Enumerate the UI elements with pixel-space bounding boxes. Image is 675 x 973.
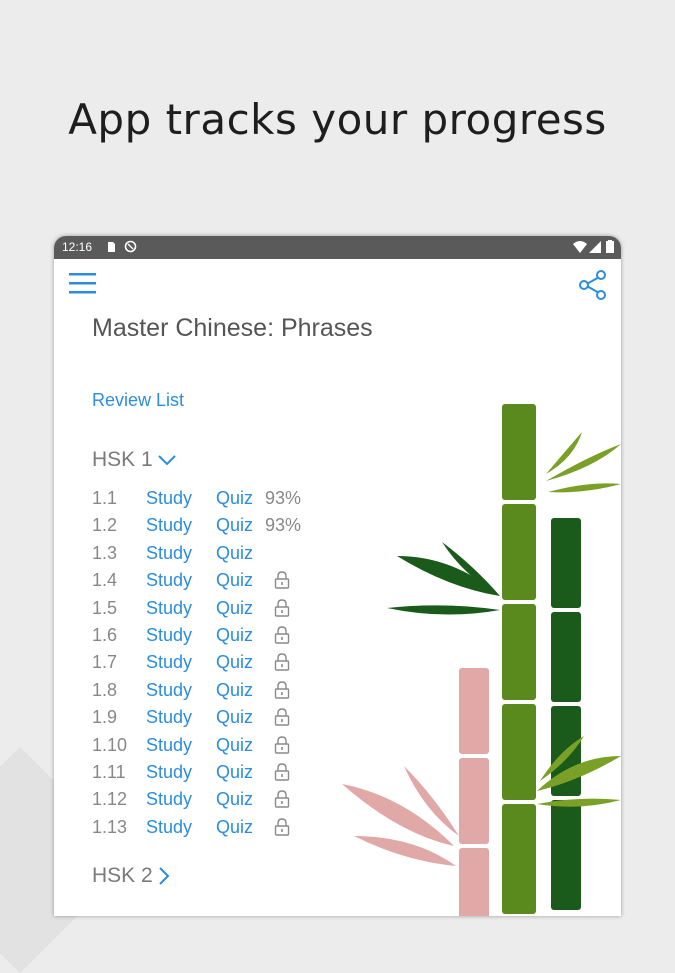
chevron-down-icon — [157, 455, 176, 466]
quiz-link[interactable]: Quiz — [216, 735, 253, 756]
study-link[interactable]: Study — [146, 598, 192, 619]
lock-icon — [274, 626, 290, 644]
lock-icon — [274, 681, 290, 699]
lesson-number: 1.10 — [92, 734, 128, 755]
quiz-link[interactable]: Quiz — [216, 652, 253, 673]
study-link[interactable]: Study — [146, 817, 192, 838]
lock-icon — [274, 598, 290, 617]
lesson-number: 1.11 — [92, 762, 126, 782]
bamboo-illustration — [342, 404, 621, 916]
phone-screen: 12:16 Master Chinese: Phrases Review Lis… — [54, 236, 621, 916]
section-hsk1-label: HSK 1 — [92, 448, 153, 471]
section-hsk2[interactable]: HSK 2 — [92, 864, 171, 888]
lock-icon — [274, 763, 290, 781]
quiz-link[interactable]: Quiz — [216, 789, 253, 810]
study-link[interactable]: Study — [146, 652, 192, 673]
lesson-number: 1.1 — [92, 488, 118, 508]
headline: App tracks your progress — [68, 95, 607, 144]
lock-icon — [274, 653, 290, 672]
quiz-link[interactable]: Quiz — [216, 625, 253, 646]
lesson-number: 1.3 — [92, 542, 118, 563]
lesson-number: 1.13 — [92, 816, 128, 837]
study-link[interactable]: Study — [146, 543, 192, 564]
lock-icon — [274, 571, 290, 589]
lesson-number: 1.7 — [92, 652, 118, 673]
lock-icon — [274, 818, 290, 836]
study-link[interactable]: Study — [146, 570, 192, 591]
lesson-number: 1.12 — [92, 789, 128, 810]
quiz-score: 93% — [265, 515, 302, 536]
study-link[interactable]: Study — [146, 707, 192, 728]
quiz-score: 93% — [265, 488, 302, 508]
quiz-link[interactable]: Quiz — [216, 680, 253, 701]
lock-icon — [274, 708, 290, 726]
section-hsk1[interactable]: HSK 1 — [92, 448, 177, 472]
study-link[interactable]: Study — [146, 735, 192, 756]
quiz-link[interactable]: Quiz — [216, 762, 253, 783]
study-link[interactable]: Study — [146, 488, 192, 509]
study-link[interactable]: Study — [146, 625, 192, 646]
section-hsk2-label: HSK 2 — [92, 864, 153, 887]
quiz-link[interactable]: Quiz — [216, 570, 253, 591]
chevron-right-icon — [158, 867, 170, 886]
quiz-link[interactable]: Quiz — [216, 543, 253, 564]
lesson-number: 1.6 — [92, 625, 118, 645]
quiz-link[interactable]: Quiz — [216, 598, 253, 619]
study-link[interactable]: Study — [146, 515, 192, 536]
quiz-link[interactable]: Quiz — [216, 515, 253, 536]
quiz-link[interactable]: Quiz — [216, 817, 253, 838]
lesson-number: 1.4 — [92, 570, 118, 591]
lock-icon — [274, 735, 290, 754]
study-link[interactable]: Study — [146, 762, 192, 783]
lesson-number: 1.8 — [92, 679, 118, 700]
study-link[interactable]: Study — [146, 789, 192, 810]
lock-icon — [274, 790, 290, 809]
lesson-number: 1.2 — [92, 515, 118, 536]
quiz-link[interactable]: Quiz — [216, 488, 253, 509]
lesson-number: 1.5 — [92, 597, 118, 618]
quiz-link[interactable]: Quiz — [216, 707, 253, 728]
lesson-number: 1.9 — [92, 707, 118, 728]
study-link[interactable]: Study — [146, 680, 192, 701]
